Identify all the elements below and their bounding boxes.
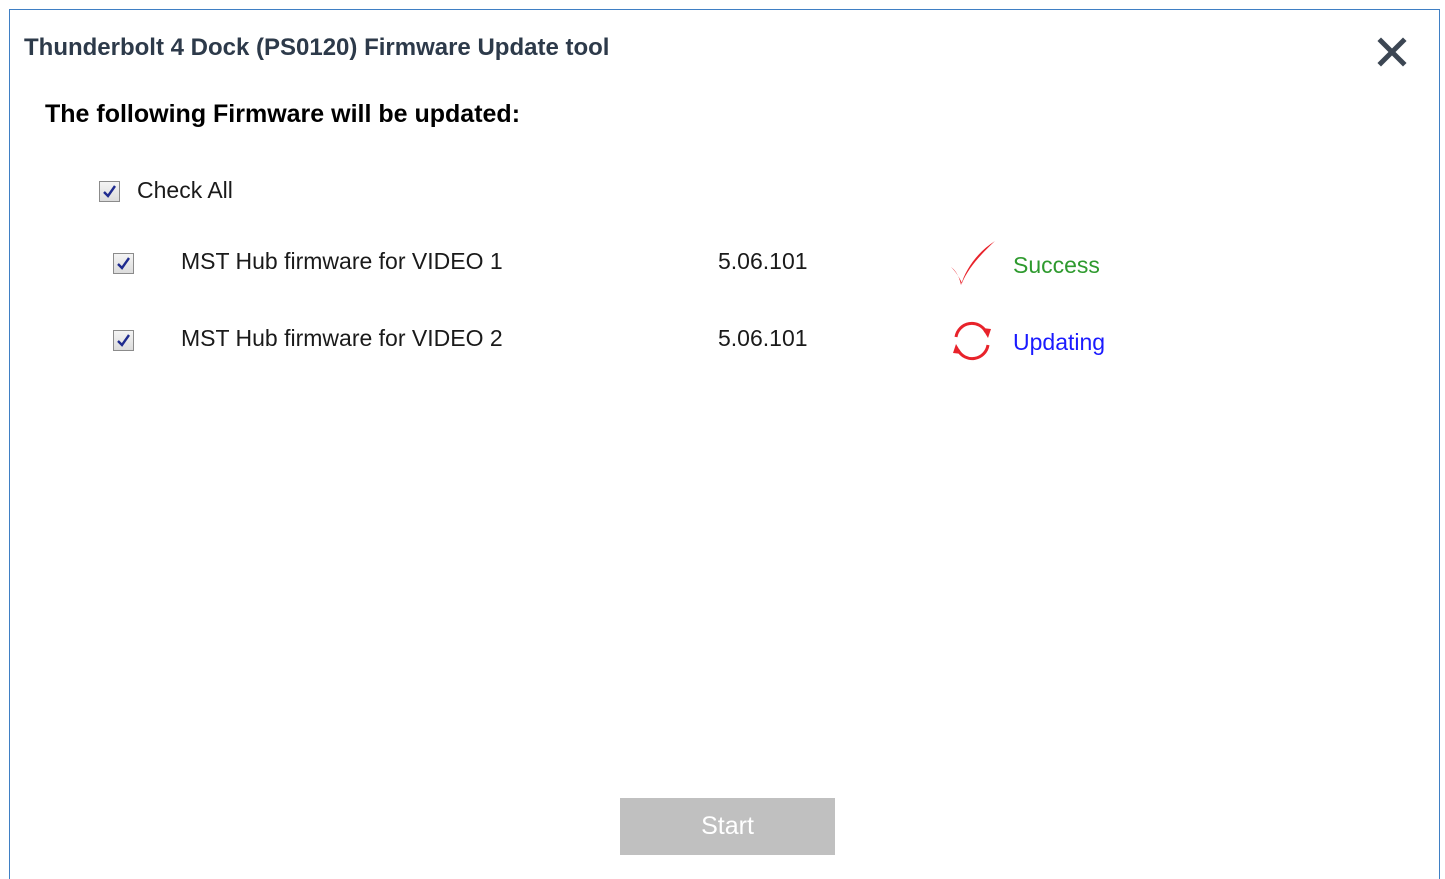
status-success: Success — [1013, 252, 1100, 278]
start-button[interactable]: Start — [620, 798, 835, 855]
checkmark-icon — [103, 185, 116, 198]
item-label-video2: MST Hub firmware for VIDEO 2 — [181, 325, 503, 351]
item-checkbox-video1[interactable] — [113, 253, 134, 274]
window-title: Thunderbolt 4 Dock (PS0120) Firmware Upd… — [24, 34, 610, 61]
success-checkmark-icon — [948, 239, 998, 294]
check-all-checkbox[interactable] — [99, 181, 120, 202]
checkmark-icon — [117, 257, 130, 270]
item-checkbox-video2[interactable] — [113, 330, 134, 351]
item-version-video1: 5.06.101 — [718, 248, 808, 274]
status-updating: Updating — [1013, 329, 1106, 355]
checkmark-icon — [117, 334, 130, 347]
refresh-icon — [949, 318, 995, 369]
section-heading: The following Firmware will be updated: — [45, 100, 521, 128]
close-icon[interactable] — [1372, 32, 1412, 72]
firmware-update-window: Thunderbolt 4 Dock (PS0120) Firmware Upd… — [9, 9, 1440, 879]
item-label-video1: MST Hub firmware for VIDEO 1 — [181, 248, 503, 274]
item-version-video2: 5.06.101 — [718, 325, 808, 351]
check-all-label: Check All — [137, 177, 233, 203]
